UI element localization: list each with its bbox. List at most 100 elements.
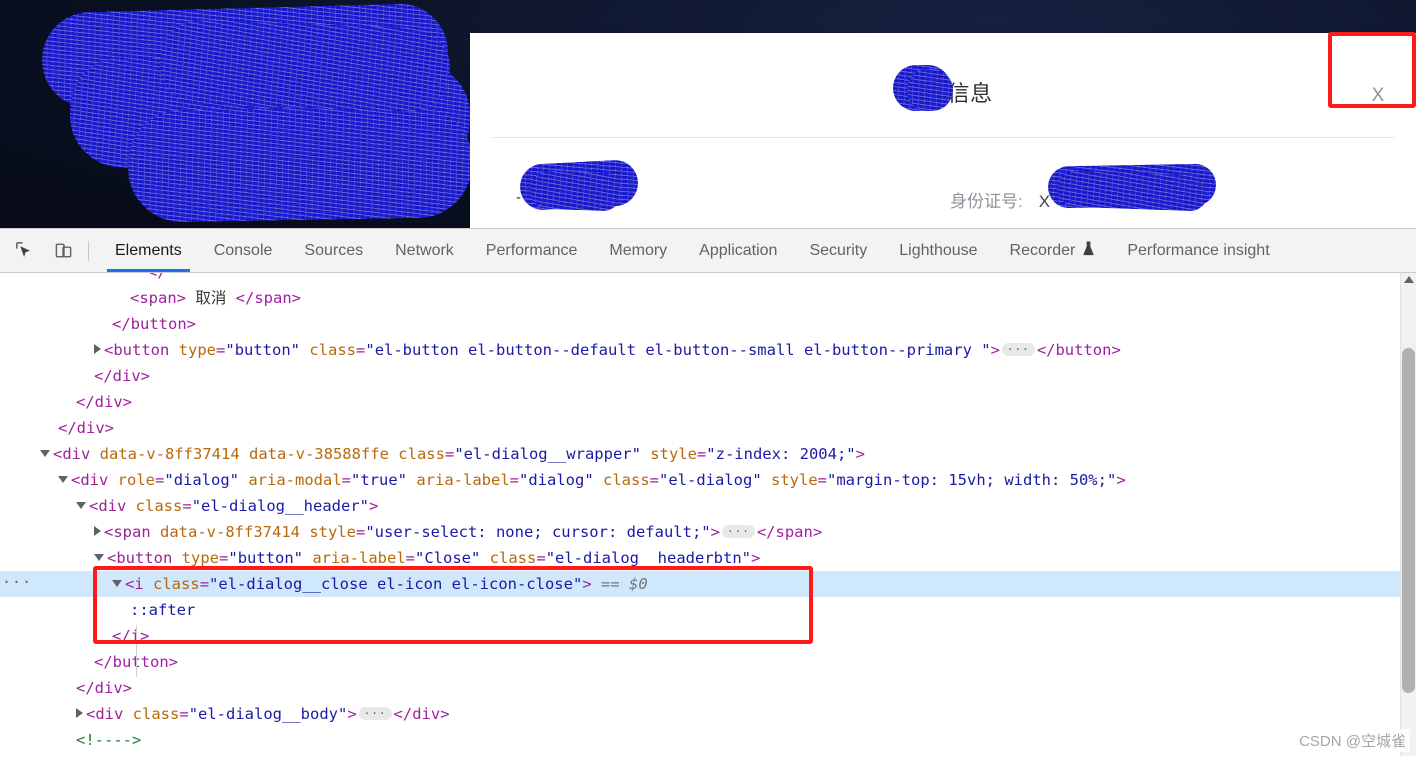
tab-label: Performance: [485, 241, 578, 259]
dom-tree-row[interactable]: </button>: [0, 649, 1416, 675]
code-token: =: [536, 549, 546, 567]
code-token: aria-label: [303, 549, 406, 567]
chevron-right-icon[interactable]: [76, 708, 83, 718]
code-token: =: [341, 471, 352, 489]
code-token: data-v-38588ffe: [239, 445, 389, 463]
device-toolbar-icon[interactable]: [46, 236, 80, 266]
code-token: aria-modal: [239, 471, 342, 489]
code-token: =: [444, 445, 455, 463]
dom-tree-row[interactable]: <div data-v-8ff37414 data-v-38588ffe cla…: [0, 441, 1416, 467]
code-token: "Close": [415, 549, 481, 567]
dom-tree-row[interactable]: </: [0, 273, 1416, 285]
dom-tree-row[interactable]: ::after: [0, 597, 1416, 623]
chevron-down-icon[interactable]: [76, 502, 86, 509]
dom-tree-row[interactable]: </i>: [0, 623, 1416, 649]
chevron-down-icon[interactable]: [112, 580, 122, 587]
code-token: <: [53, 445, 63, 463]
code-token: =: [355, 523, 366, 541]
collapsed-content-badge[interactable]: ···: [1001, 343, 1035, 356]
dom-tree-row[interactable]: <span> 取消 </span>: [0, 285, 1416, 311]
collapsed-content-badge[interactable]: ···: [721, 525, 755, 538]
dom-tree-row[interactable]: </div>: [0, 363, 1416, 389]
code-token: "button": [228, 549, 304, 567]
inspect-element-icon[interactable]: [6, 236, 40, 266]
dom-tree-row[interactable]: ··· <i class="el-dialog__close el-icon el…: [0, 571, 1416, 597]
code-token: </div>: [94, 367, 150, 385]
tab-label: Memory: [609, 241, 668, 259]
dom-tree-row[interactable]: </button>: [0, 311, 1416, 337]
code-token: "el-dialog__headerbtn": [545, 549, 751, 567]
code-token: "z-index: 2004;": [706, 445, 856, 463]
scroll-up-arrow-icon[interactable]: [1404, 276, 1414, 283]
code-token: class: [143, 575, 200, 593]
chevron-down-icon[interactable]: [40, 450, 50, 457]
tab-label: Elements: [115, 241, 182, 259]
code-token: =: [219, 549, 229, 567]
tab-performance-insights[interactable]: Performance insight: [1111, 229, 1285, 272]
code-token: data-v-8ff37414: [90, 445, 240, 463]
tab-performance[interactable]: Performance: [470, 229, 594, 272]
dom-tree-row[interactable]: </div>: [0, 753, 1416, 757]
code-token: >: [990, 341, 1000, 359]
tab-memory[interactable]: Memory: [593, 229, 683, 272]
tab-recorder[interactable]: Recorder: [994, 229, 1112, 272]
dom-tree-row[interactable]: <div class="el-dialog__header">: [0, 493, 1416, 519]
chevron-down-icon[interactable]: [58, 476, 68, 483]
dialog-title-text: 信息: [947, 81, 993, 106]
code-token: "dialog": [519, 471, 594, 489]
tab-application[interactable]: Application: [683, 229, 793, 272]
code-token: "el-dialog__body": [188, 705, 348, 723]
dom-tree-row[interactable]: </div>: [0, 389, 1416, 415]
tab-label: Console: [213, 241, 273, 259]
code-token: div: [80, 471, 109, 489]
tab-label: Network: [395, 241, 454, 259]
dom-tree-scrollbar[interactable]: [1400, 273, 1416, 756]
chevron-right-icon[interactable]: [94, 526, 101, 536]
dialog-header: 信息 X: [470, 33, 1416, 138]
code-token: =: [696, 445, 707, 463]
collapsed-content-badge[interactable]: ···: [358, 707, 392, 720]
tab-lighthouse[interactable]: Lighthouse: [883, 229, 993, 272]
code-token: >: [347, 705, 357, 723]
code-token: "dialog": [164, 471, 240, 489]
code-token: =: [405, 549, 416, 567]
code-token: class: [593, 471, 650, 489]
dom-tree-row[interactable]: <div class="el-dialog__body"> ··· </div>: [0, 701, 1416, 727]
code-token: class: [480, 549, 537, 567]
tab-console[interactable]: Console: [198, 229, 289, 272]
code-token: </button>: [1036, 341, 1121, 359]
dialog-close-button[interactable]: X: [1364, 81, 1392, 109]
csdn-watermark: CSDN @空城雀: [1295, 729, 1410, 752]
field-label-2: 身份证号:: [950, 192, 1023, 211]
code-token: i: [134, 575, 144, 593]
code-token: </: [148, 273, 167, 281]
code-token: "margin-top: 15vh; width: 50%;": [827, 471, 1117, 489]
code-token: "el-button el-button--default el-button-…: [365, 341, 991, 359]
code-token: >: [710, 523, 720, 541]
dom-tree-view[interactable]: </<span> 取消 </span></button><button type…: [0, 273, 1416, 757]
code-token: "el-dialog": [659, 471, 762, 489]
dom-tree-row[interactable]: </div>: [0, 675, 1416, 701]
dom-tree-row[interactable]: </div>: [0, 415, 1416, 441]
chevron-right-icon[interactable]: [94, 344, 101, 354]
code-token: <: [104, 341, 114, 359]
code-token: </span>: [235, 289, 301, 307]
dom-tree-row[interactable]: <div role="dialog" aria-modal="true" ari…: [0, 467, 1416, 493]
tab-security[interactable]: Security: [793, 229, 883, 272]
tab-elements[interactable]: Elements: [99, 229, 198, 272]
dom-tree-row[interactable]: <!---->: [0, 727, 1416, 753]
code-token: "true": [351, 471, 408, 489]
dom-tree-row[interactable]: <span data-v-8ff37414 style="user-select…: [0, 519, 1416, 545]
code-token: span: [113, 523, 151, 541]
tab-sources[interactable]: Sources: [288, 229, 379, 272]
dom-tree-row[interactable]: <button type="button" class="el-button e…: [0, 337, 1416, 363]
chevron-down-icon[interactable]: [94, 554, 104, 561]
flask-icon: [1082, 240, 1095, 261]
tab-network[interactable]: Network: [379, 229, 470, 272]
dom-tree-row[interactable]: <button type="button" aria-label="Close"…: [0, 545, 1416, 571]
form-field-row: --: [510, 187, 530, 207]
code-token: "el-dialog__close el-icon el-icon-close": [209, 575, 583, 593]
dialog-header-divider: [492, 137, 1394, 138]
scrollbar-thumb[interactable]: [1402, 348, 1415, 693]
code-token: "user-select: none; cursor: default;": [365, 523, 711, 541]
